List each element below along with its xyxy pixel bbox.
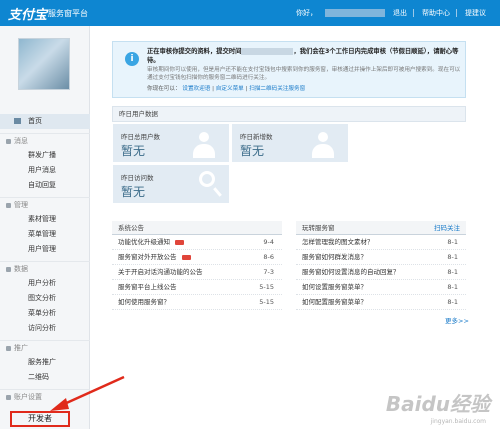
sidebar-item-user-manage[interactable]: 用户管理 — [0, 242, 90, 257]
chart-icon — [6, 267, 11, 272]
sidebar-item-user-analysis[interactable]: 用户分析 — [0, 276, 90, 291]
add-user-icon — [312, 132, 334, 160]
avatar[interactable] — [18, 38, 70, 90]
custom-menu-link[interactable]: 自定义菜单 — [216, 86, 244, 92]
watermark: Baidu经验 — [385, 392, 490, 416]
notice-body: 审核期间你可以使用，但是用户还不能在支付宝钱包中搜索到你的服务窗，审核通过并操作… — [147, 67, 461, 81]
scan-follow-link[interactable]: 扫码关注 — [434, 221, 460, 235]
section-title: 推广 — [14, 344, 28, 352]
sidebar-menu: 首页 消息 群发广播 用户消息 自动回复 管理 素材管理 菜单管理 用户管理 数… — [0, 114, 90, 404]
redacted-time — [241, 47, 294, 55]
sidebar-item-article-analysis[interactable]: 图文分析 — [0, 291, 90, 306]
list-item[interactable]: 服务窗如何设置消息的自动回复？ 8-1 — [296, 265, 466, 280]
section-manage: 管理 — [0, 197, 90, 212]
stat-label: 昨日访问数 — [121, 174, 154, 182]
search-icon — [199, 171, 215, 187]
list-item[interactable]: 如何设置服务窗菜单？ 8-1 — [296, 280, 466, 295]
sidebar-item-label: 账户设置 — [14, 393, 42, 401]
scan-qrcode-link[interactable]: 扫描二维码关注服务窗 — [249, 86, 305, 92]
sidebar: 首页 消息 群发广播 用户消息 自动回复 管理 素材管理 菜单管理 用户管理 数… — [0, 26, 90, 429]
new-badge — [181, 254, 191, 260]
list-item[interactable]: 如何使用服务窗？ 5-15 — [112, 295, 282, 310]
sidebar-item-developer[interactable]: 开发者 — [10, 411, 70, 427]
section-data: 数据 — [0, 261, 90, 276]
review-notice: i 正在审核你提交的资料，提交时间 ，我们会在3个工作日内完成审核（节假日顺延），… — [112, 41, 466, 98]
sidebar-item-home[interactable]: 首页 — [0, 114, 90, 129]
alipay-logo[interactable]: 支付宝 — [8, 4, 47, 23]
announcements-panel: 系统公告 功能优化升级通知 9-4 服务窗对外开放公告 8-6 关于开启对话沟通功能… — [112, 221, 282, 321]
section-promotion: 推广 — [0, 340, 90, 355]
tips-panel: 玩转服务窗 扫码关注 怎样管理我的图文素材？ 8-1 服务窗如何群发消息？ 8-1 服… — [296, 221, 466, 321]
feedback-link[interactable]: 提建议 — [465, 8, 486, 18]
home-icon — [14, 118, 21, 124]
sidebar-item-auto-reply[interactable]: 自动回复 — [0, 178, 90, 193]
list-item[interactable]: 服务窗对外开放公告 8-6 — [112, 250, 282, 265]
notice-actions: 你现在可以： 设置欢迎语 | 自定义菜单 | 扫描二维码关注服务窗 — [147, 86, 306, 92]
greeting-text: 你好， — [296, 9, 317, 17]
sidebar-item-user-messages[interactable]: 用户消息 — [0, 163, 90, 178]
list-item[interactable]: 关于开启对话沟通功能的公告 7-3 — [112, 265, 282, 280]
sidebar-item-service-promo[interactable]: 服务推广 — [0, 355, 90, 370]
message-icon — [6, 139, 11, 144]
sidebar-item-materials[interactable]: 素材管理 — [0, 212, 90, 227]
top-bar: 支付宝 服务窗平台 你好， 退出 帮助中心 提建议 — [0, 0, 500, 26]
help-center-link[interactable]: 帮助中心 — [422, 8, 450, 18]
panel-title: 玩转服务窗 扫码关注 — [296, 221, 466, 235]
section-messages: 消息 — [0, 133, 90, 148]
sidebar-item-label: 开发者 — [28, 414, 52, 423]
section-title: 消息 — [14, 137, 28, 145]
stat-value: 暂无 — [121, 185, 146, 199]
sidebar-item-account-settings[interactable]: 账户设置 — [0, 389, 90, 404]
stat-visits: 昨日访问数 暂无 — [112, 164, 230, 204]
sidebar-item-menu-manage[interactable]: 菜单管理 — [0, 227, 90, 242]
top-nav: 你好， 退出 帮助中心 提建议 — [288, 8, 486, 18]
stat-value: 暂无 — [121, 144, 146, 158]
platform-name: 服务窗平台 — [48, 9, 88, 18]
list-item[interactable]: 服务窗平台上线公告 5-15 — [112, 280, 282, 295]
manage-icon — [6, 203, 11, 208]
stat-value: 暂无 — [240, 144, 265, 158]
stat-label: 昨日新增数 — [240, 133, 273, 141]
panel-title: 系统公告 — [112, 221, 282, 235]
more-link[interactable]: 更多>> — [445, 315, 469, 325]
user-icon — [193, 132, 215, 160]
sidebar-item-broadcast[interactable]: 群发广播 — [0, 148, 90, 163]
info-icon: i — [125, 52, 139, 66]
promotion-icon — [6, 346, 11, 351]
settings-icon — [6, 395, 11, 400]
sidebar-item-visit-analysis[interactable]: 访问分析 — [0, 321, 90, 336]
notice-title: 正在审核你提交的资料，提交时间 ，我们会在3个工作日内完成审核（节假日顺延），请耐… — [147, 47, 459, 64]
sidebar-item-menu-analysis[interactable]: 菜单分析 — [0, 306, 90, 321]
section-title: 数据 — [14, 265, 28, 273]
username-redacted — [325, 9, 385, 17]
section-title: 管理 — [14, 201, 28, 209]
watermark-url: jingyan.baidu.com — [430, 418, 486, 425]
stat-new-users: 昨日新增数 暂无 — [231, 123, 349, 163]
stat-label: 昨日总用户数 — [121, 133, 160, 141]
list-item[interactable]: 怎样管理我的图文素材？ 8-1 — [296, 235, 466, 250]
stat-total-users: 昨日总用户数 暂无 — [112, 123, 230, 163]
sidebar-item-label: 首页 — [28, 117, 42, 125]
new-badge — [175, 239, 184, 245]
divider — [456, 9, 457, 17]
list-item[interactable]: 如何配置服务窗菜单？ 8-1 — [296, 295, 466, 310]
divider — [413, 9, 414, 17]
sidebar-item-qrcode[interactable]: 二维码 — [0, 370, 90, 385]
set-welcome-link[interactable]: 设置欢迎语 — [182, 86, 210, 92]
list-item[interactable]: 功能优化升级通知 9-4 — [112, 235, 282, 250]
logout-link[interactable]: 退出 — [393, 8, 407, 18]
stats-header: 昨日用户数据 — [112, 106, 466, 122]
list-item[interactable]: 服务窗如何群发消息？ 8-1 — [296, 250, 466, 265]
